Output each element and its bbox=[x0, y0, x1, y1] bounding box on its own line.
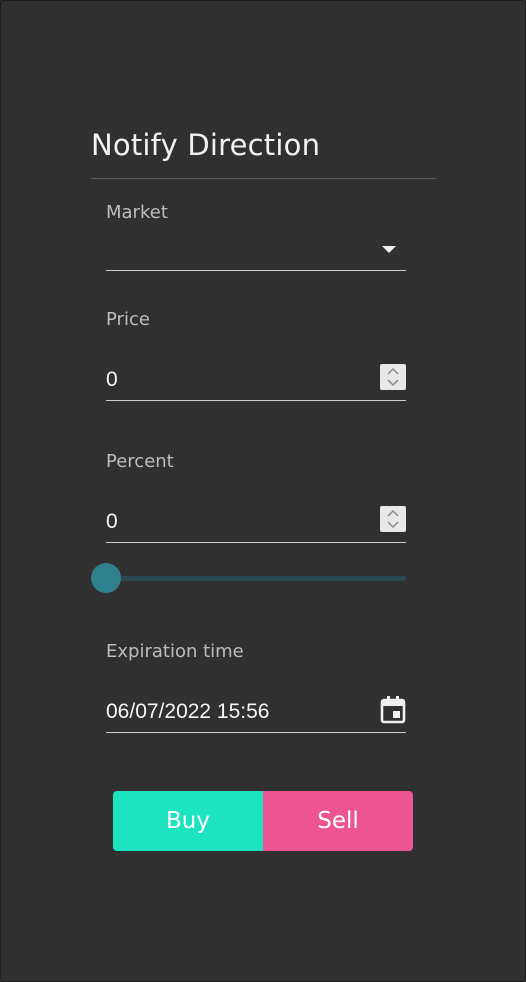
notify-direction-panel: Notify Direction Market Price 0 Percent … bbox=[0, 0, 526, 982]
sell-button[interactable]: Sell bbox=[263, 791, 413, 851]
market-select[interactable] bbox=[106, 234, 406, 271]
market-label: Market bbox=[106, 202, 168, 223]
percent-label: Percent bbox=[106, 451, 174, 472]
percent-value: 0 bbox=[106, 510, 118, 533]
price-spinner-icon[interactable] bbox=[380, 364, 406, 390]
caret-down-icon[interactable] bbox=[382, 246, 396, 253]
dialog-title: Notify Direction bbox=[91, 128, 321, 162]
price-label: Price bbox=[106, 309, 150, 330]
calendar-icon[interactable] bbox=[380, 696, 406, 724]
percent-input[interactable]: 0 bbox=[106, 506, 406, 543]
price-input[interactable]: 0 bbox=[106, 364, 406, 401]
percent-spinner-icon[interactable] bbox=[380, 506, 406, 532]
percent-slider-thumb[interactable] bbox=[91, 563, 121, 593]
expiration-value: 06/07/2022 15:56 bbox=[106, 700, 270, 723]
percent-slider-track[interactable] bbox=[106, 576, 406, 581]
buy-button[interactable]: Buy bbox=[113, 791, 263, 851]
expiration-input[interactable]: 06/07/2022 15:56 bbox=[106, 696, 406, 733]
expiration-label: Expiration time bbox=[106, 641, 244, 662]
title-divider bbox=[91, 178, 436, 179]
price-value: 0 bbox=[106, 368, 118, 391]
